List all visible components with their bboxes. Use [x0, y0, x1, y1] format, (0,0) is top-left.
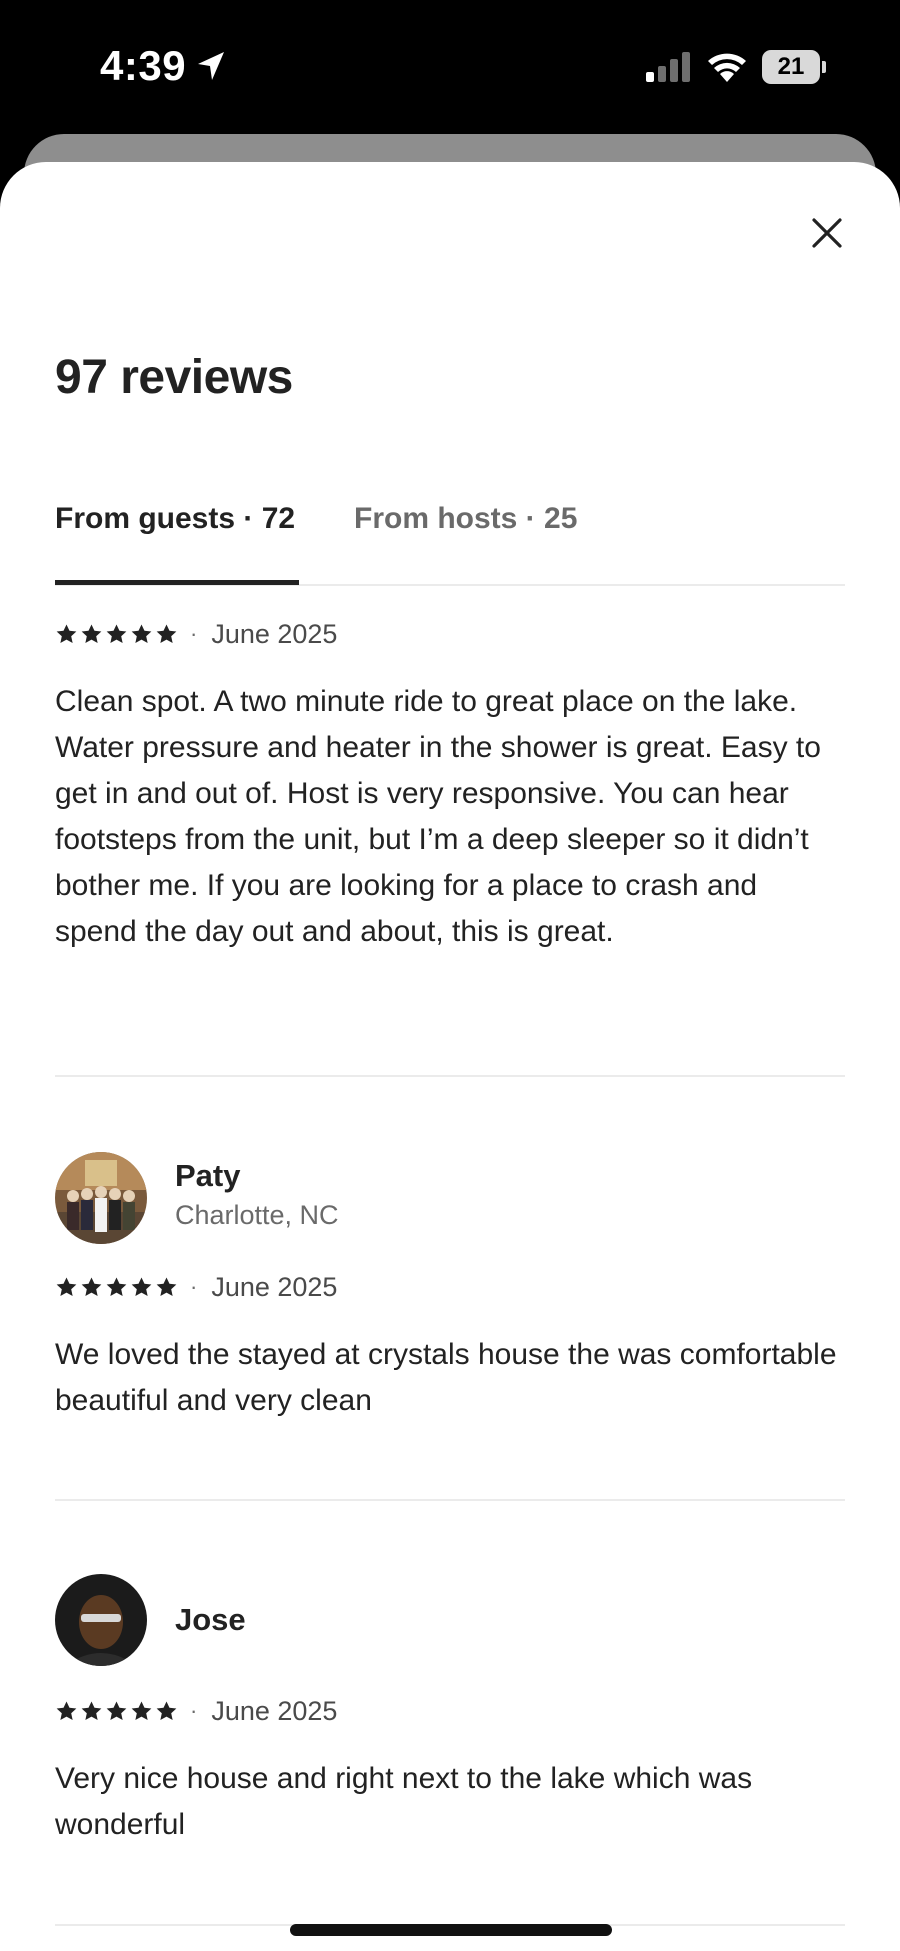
battery-icon: 21: [762, 50, 826, 84]
reviewer-info: Jose: [55, 1574, 845, 1666]
location-arrow-icon: [198, 52, 224, 80]
review-rating: · June 2025: [55, 1270, 845, 1304]
separator-dot: ·: [190, 621, 198, 646]
star-icon: [156, 623, 177, 643]
star-icon: [131, 623, 152, 643]
star-icon: [131, 1276, 152, 1296]
close-icon: [812, 218, 842, 248]
status-time: 4:39: [100, 42, 187, 89]
review-text: Clean spot. A two minute ride to great p…: [55, 685, 821, 948]
reviewer-name: Paty: [175, 1158, 241, 1193]
page-title: 97 reviews: [55, 351, 293, 404]
review-item: · June 2025 Very nice house and right ne…: [55, 1694, 845, 1848]
reviewer-info: Paty Charlotte, NC: [55, 1152, 845, 1244]
review-date: June 2025: [211, 1271, 338, 1302]
screen: 4:39 21 97 reviews From guests · 72 From…: [0, 0, 900, 1951]
status-bar: 4:39 21: [0, 0, 900, 135]
star-icon: [56, 1276, 77, 1296]
star-icon: [156, 1276, 177, 1296]
active-tab-indicator: [55, 580, 299, 585]
reviews-modal: 97 reviews From guests · 72 From hosts ·…: [0, 162, 900, 1951]
review-text: Very nice house and right next to the la…: [55, 1762, 753, 1841]
cellular-signal-icon: [646, 52, 690, 82]
battery-level: 21: [777, 53, 805, 80]
review-tabs: From guests · 72 From hosts · 25: [55, 502, 845, 586]
star-icon: [106, 1276, 127, 1296]
review-rating: · June 2025: [55, 1694, 845, 1728]
star-icon: [106, 623, 127, 643]
star-icon: [81, 623, 102, 643]
reviewer-name: Jose: [175, 1602, 246, 1637]
review-text: We loved the stayed at crystals house th…: [55, 1338, 837, 1417]
star-icon: [56, 1700, 77, 1720]
avatar[interactable]: [55, 1574, 147, 1666]
home-indicator[interactable]: [290, 1924, 612, 1936]
tab-from-guests[interactable]: From guests · 72: [55, 502, 295, 586]
star-icon: [106, 1700, 127, 1720]
review-date: June 2025: [211, 1695, 338, 1726]
divider: [55, 1499, 845, 1501]
avatar[interactable]: [55, 1152, 147, 1244]
divider: [55, 1075, 845, 1077]
review-item: · June 2025 Clean spot. A two minute rid…: [55, 617, 845, 955]
star-rating: [55, 1700, 178, 1723]
star-rating: [55, 623, 178, 646]
close-button[interactable]: [800, 206, 854, 260]
review-rating: · June 2025: [55, 617, 845, 651]
review-item: · June 2025 We loved the stayed at cryst…: [55, 1270, 845, 1424]
review-date: June 2025: [211, 618, 338, 649]
star-rating: [55, 1276, 178, 1299]
star-icon: [81, 1276, 102, 1296]
tab-from-hosts[interactable]: From hosts · 25: [354, 502, 577, 586]
reviewer-location: Charlotte, NC: [175, 1200, 339, 1230]
star-icon: [81, 1700, 102, 1720]
star-icon: [131, 1700, 152, 1720]
separator-dot: ·: [190, 1698, 198, 1723]
wifi-icon: [708, 53, 746, 82]
star-icon: [56, 623, 77, 643]
separator-dot: ·: [190, 1274, 198, 1299]
star-icon: [156, 1700, 177, 1720]
